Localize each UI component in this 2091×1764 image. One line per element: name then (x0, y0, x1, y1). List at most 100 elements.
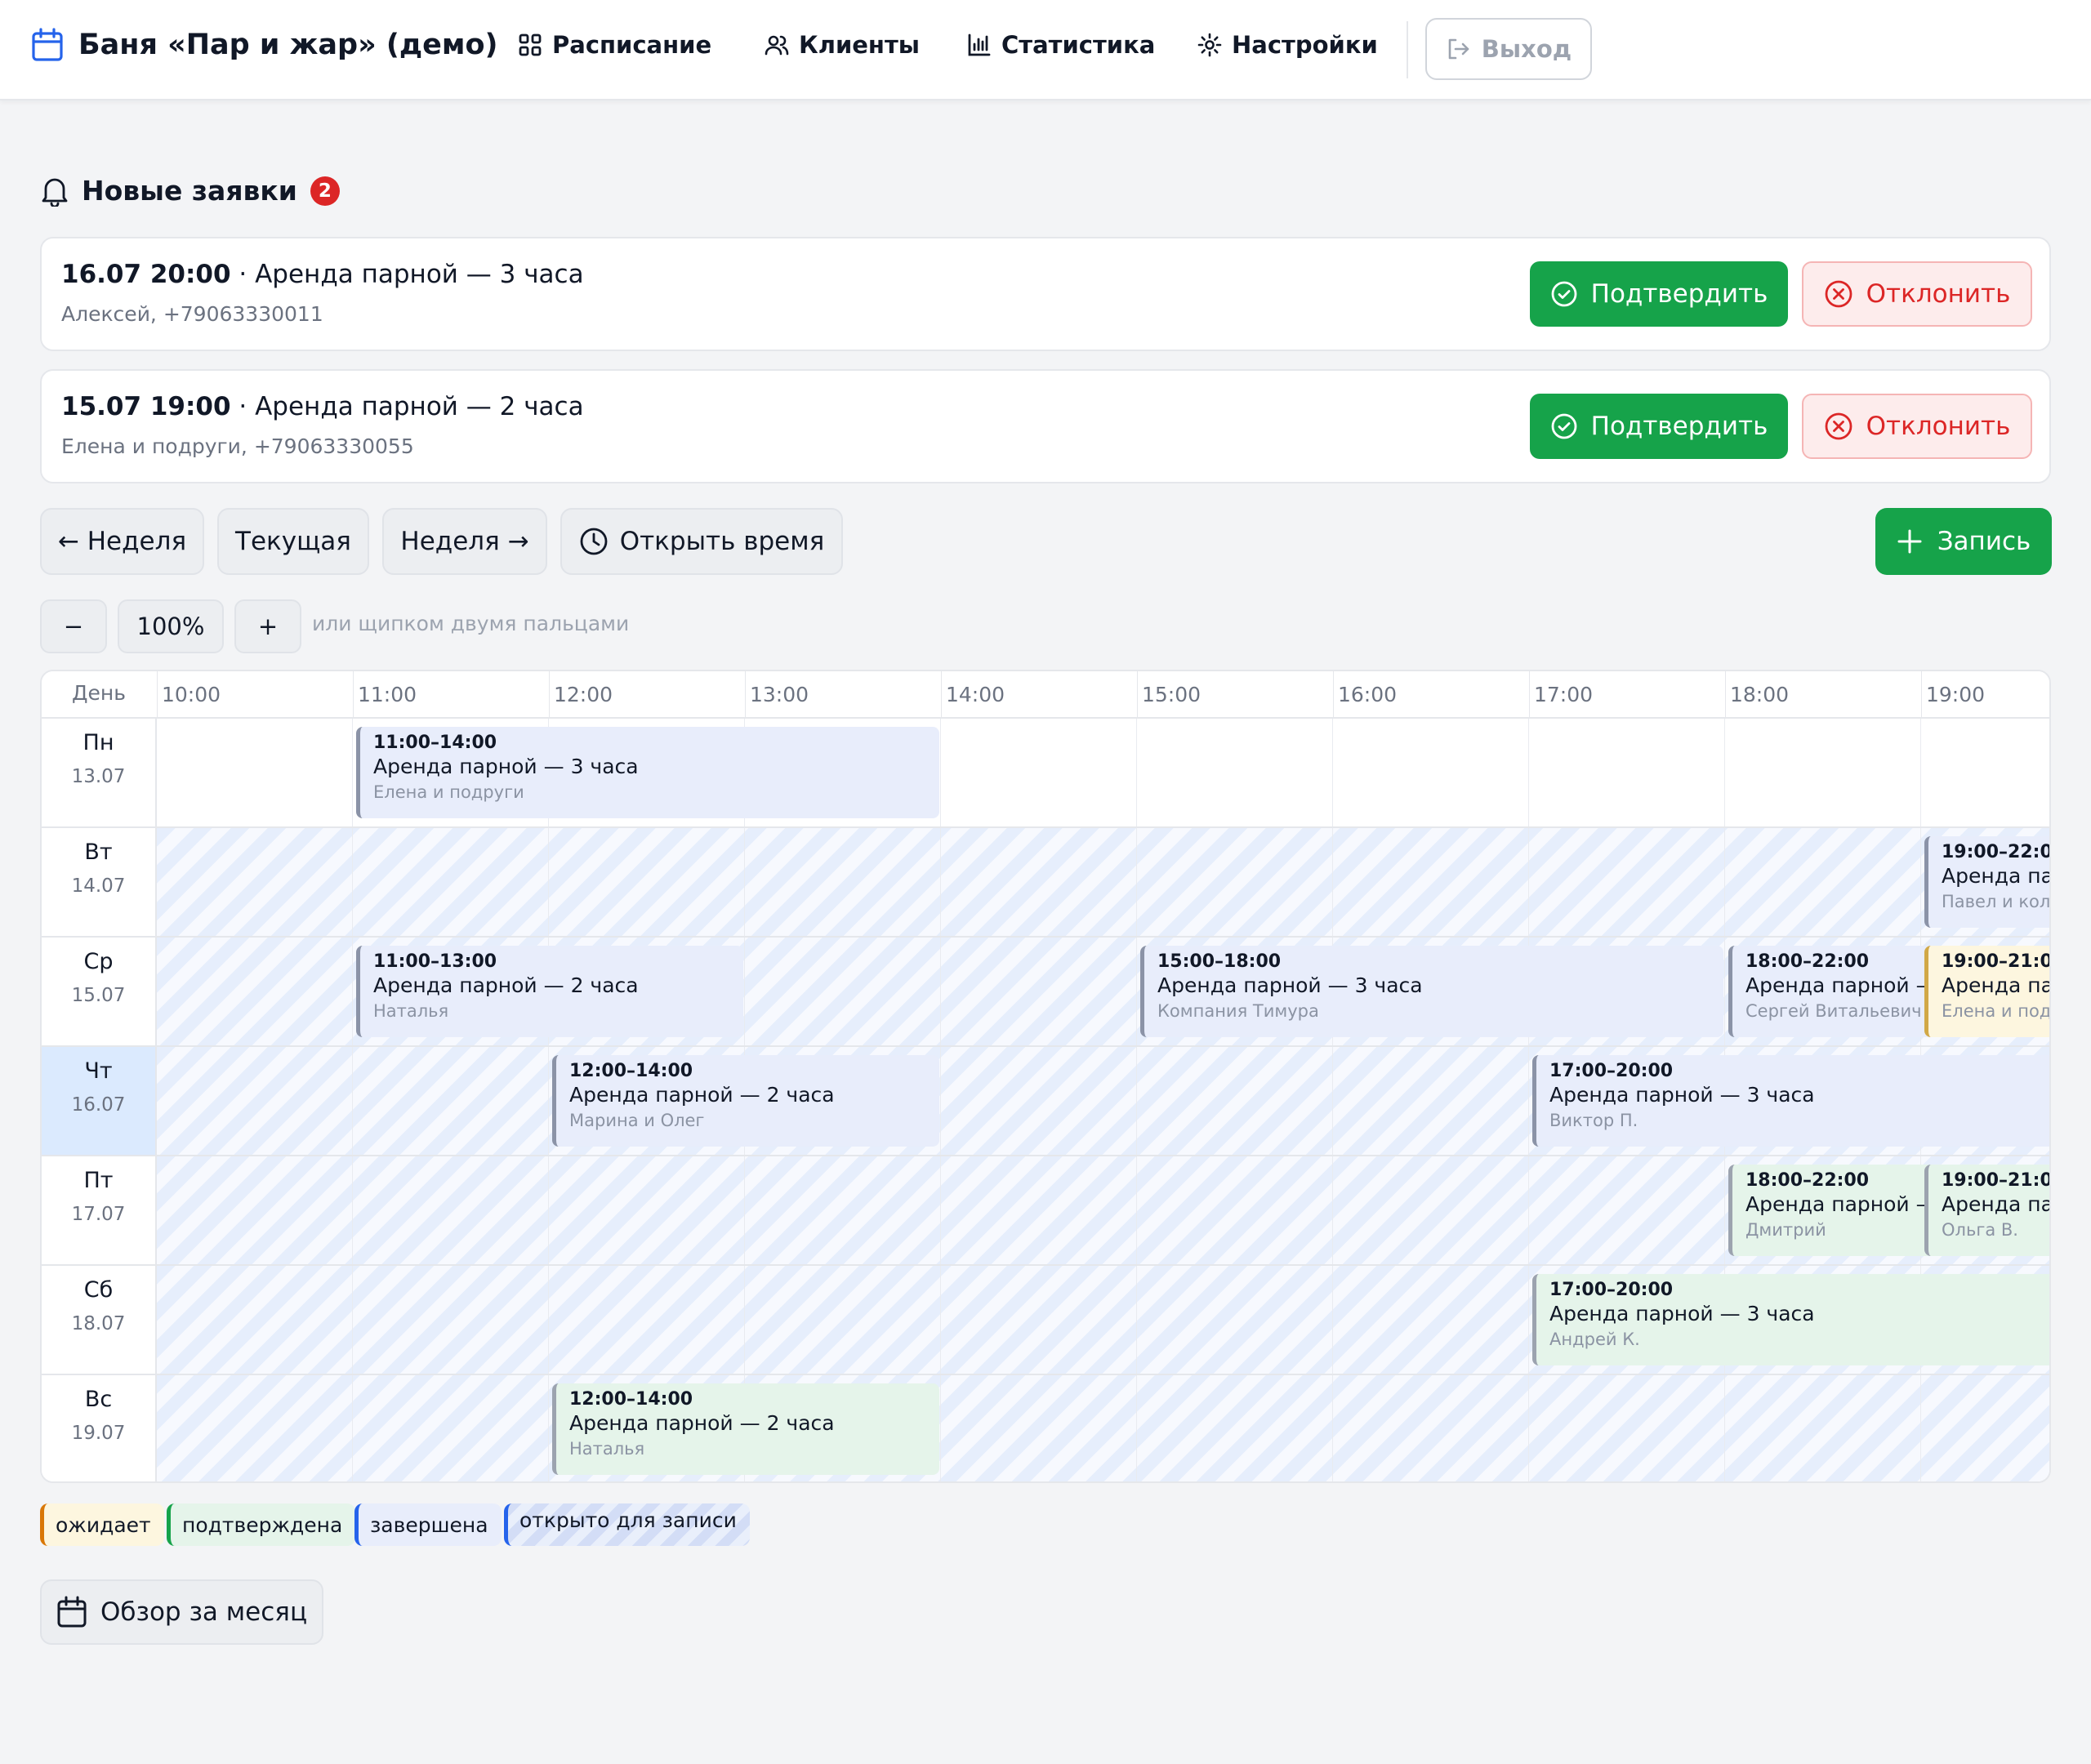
hour-gridline (548, 1156, 549, 1264)
day-date: 19.07 (71, 1423, 126, 1444)
day-cell: Пт 17.07 (42, 1156, 157, 1264)
booking-block[interactable]: 17:00–20:00 Аренда парной — 3 часа Виктор … (1532, 1055, 2049, 1147)
hour-gridline (548, 828, 549, 936)
booking-block[interactable]: 19:00–22:00Аренда парной — 3 часа Павел и… (1924, 836, 2051, 928)
next-week-button[interactable]: Неделя → (382, 508, 547, 575)
hour-gridline (1920, 828, 1921, 936)
day-timeline[interactable]: 12:00–14:00 Аренда парной — 2 часа Наталья (157, 1375, 2049, 1481)
nav-statistics-label: Статистика (1001, 31, 1156, 59)
booking-time: 17:00–20:00 (1549, 1280, 1674, 1300)
hour-gridline (1920, 719, 1921, 826)
hour-gridline (1136, 938, 1137, 1045)
hour-gridline (1528, 1047, 1529, 1155)
nav-clients[interactable]: Клиенты (765, 31, 920, 59)
day-name: Пт (83, 1168, 114, 1193)
hour-gridline (1332, 1156, 1333, 1264)
booking-time: 19:00–22:00 (1942, 842, 2049, 862)
hour-gridline (1724, 938, 1725, 1045)
decline-button[interactable]: Отклонить (1802, 394, 2032, 459)
booking-time: 19:00–21:00 (1942, 1170, 2049, 1191)
day-row: Вс 19.07 12:00–14:00 Аренда парной — 2 часа… (42, 1375, 2049, 1481)
hour-label: 15:00 (1142, 683, 1202, 706)
day-timeline[interactable]: 12:00–14:00 Аренда парной — 2 часа Марина … (157, 1047, 2049, 1155)
open-time-button[interactable]: Открыть время (560, 508, 843, 575)
add-record-button[interactable]: Запись (1875, 508, 2052, 575)
new-requests-title: Новые заявки (82, 175, 297, 207)
booking-block[interactable]: 11:00–14:00 Аренда парной — 3 часа Елена и… (356, 727, 939, 818)
hour-divider (1333, 671, 1334, 717)
booking-time: 12:00–14:00 (569, 1389, 693, 1410)
nav-clients-label: Клиенты (799, 31, 921, 59)
booking-title: Аренда парной — 3 часа (1549, 1083, 1815, 1107)
legend-item-confirmed: подтверждена (167, 1503, 356, 1546)
day-timeline[interactable]: 18:00–22:00 Аренда парной — 4 часа Дмитрий… (157, 1156, 2049, 1264)
day-row: Пн 13.07 11:00–14:00 Аренда парной — 3 часа… (42, 719, 2049, 828)
hour-gridline (352, 1375, 353, 1481)
day-date: 16.07 (71, 1094, 126, 1116)
booking-title: Аренда парной — 2 часа (1942, 1192, 2049, 1216)
month-overview-button[interactable]: Обзор за месяц (40, 1579, 323, 1645)
decline-button[interactable]: Отклонить (1802, 261, 2032, 327)
confirm-button[interactable]: Подтвердить (1530, 261, 1788, 327)
hour-gridline (1724, 828, 1725, 936)
booking-title: Аренда парной — 3 часа (373, 755, 639, 778)
users-icon (765, 33, 789, 57)
booking-client: Елена и подруги (1942, 1001, 2051, 1021)
booking-block[interactable]: 12:00–14:00 Аренда парной — 2 часа Наталья (552, 1383, 939, 1475)
hour-gridline (1332, 1375, 1333, 1481)
calendar-icon (31, 28, 64, 62)
booking-client: Наталья (373, 1001, 449, 1021)
booking-block[interactable]: 11:00–13:00 Аренда парной — 2 часа Наталья (356, 946, 743, 1037)
booking-title: Аренда парной — 3 часа (1157, 973, 1423, 997)
legend-item-open: открыто для записи (504, 1503, 750, 1546)
day-name: Пн (82, 730, 114, 755)
day-timeline[interactable]: 19:00–22:00Аренда парной — 3 часа Павел и… (157, 828, 2049, 936)
brand[interactable]: Баня «Пар и жар» (демо) (31, 28, 498, 62)
booking-block[interactable]: 15:00–18:00 Аренда парной — 3 часа Компани… (1140, 946, 1723, 1037)
day-date: 17.07 (71, 1204, 126, 1225)
hour-gridline (940, 828, 941, 936)
hour-divider (745, 671, 746, 717)
logout-button[interactable]: Выход (1425, 18, 1592, 80)
calendar-icon (56, 1596, 87, 1628)
hour-label: 12:00 (554, 683, 613, 706)
nav-statistics[interactable]: Статистика (967, 31, 1155, 59)
hour-label: 19:00 (1926, 683, 1986, 706)
day-timeline[interactable]: 17:00–20:00 Аренда парной — 3 часа Андрей … (157, 1266, 2049, 1374)
current-week-button[interactable]: Текущая (217, 508, 369, 575)
day-timeline[interactable]: 11:00–13:00 Аренда парной — 2 часа Наталья… (157, 938, 2049, 1045)
request-client: Елена и подруги, +79063330055 (61, 434, 414, 458)
month-overview-label: Обзор за месяц (100, 1597, 308, 1627)
confirm-button[interactable]: Подтвердить (1530, 394, 1788, 459)
bell-icon (41, 176, 69, 207)
zoom-out-button[interactable]: − (40, 599, 107, 653)
legend-item-pending: ожидает (40, 1503, 164, 1546)
hour-gridline (1528, 828, 1529, 936)
hour-gridline (1136, 1156, 1137, 1264)
booking-time: 19:00–21:00 (1942, 951, 2049, 972)
prev-week-label: ← Неделя (57, 527, 187, 556)
day-timeline[interactable]: 11:00–14:00 Аренда парной — 3 часа Елена и… (157, 719, 2049, 826)
booking-title: Аренда парной — 2 часа (569, 1083, 835, 1107)
booking-block[interactable]: 17:00–20:00 Аренда парной — 3 часа Андрей … (1532, 1274, 2049, 1365)
booking-block[interactable]: 19:00–21:00Аренда парной — 2 часа Елена и… (1924, 946, 2051, 1037)
nav-settings[interactable]: Настройки (1197, 31, 1378, 59)
hour-gridline (352, 719, 353, 826)
check-circle-icon (1550, 412, 1578, 440)
booking-block[interactable]: 19:00–21:00Аренда парной — 2 часа Ольга В… (1924, 1165, 2049, 1256)
confirm-label: Подтвердить (1590, 279, 1768, 309)
request-title: Аренда парной — 2 часа (255, 392, 584, 421)
booking-block[interactable]: 12:00–14:00 Аренда парной — 2 часа Марина … (552, 1055, 939, 1147)
hour-label: 16:00 (1338, 683, 1398, 706)
request-summary: 15.07 19:00 · Аренда парной — 2 часа (61, 392, 584, 421)
prev-week-button[interactable]: ← Неделя (40, 508, 204, 575)
request-client: Алексей, +79063330011 (61, 302, 323, 326)
hour-gridline (940, 1266, 941, 1374)
nav-schedule[interactable]: Расписание (518, 31, 711, 59)
day-row: Пт 17.07 18:00–22:00 Аренда парной — 4 часа… (42, 1156, 2049, 1266)
booking-client: Павел и коллеги (1942, 892, 2051, 911)
zoom-in-button[interactable]: + (234, 599, 301, 653)
new-requests-heading: Новые заявки 2 (41, 175, 340, 207)
hour-gridline (744, 1266, 745, 1374)
booking-client: Наталья (569, 1439, 645, 1459)
